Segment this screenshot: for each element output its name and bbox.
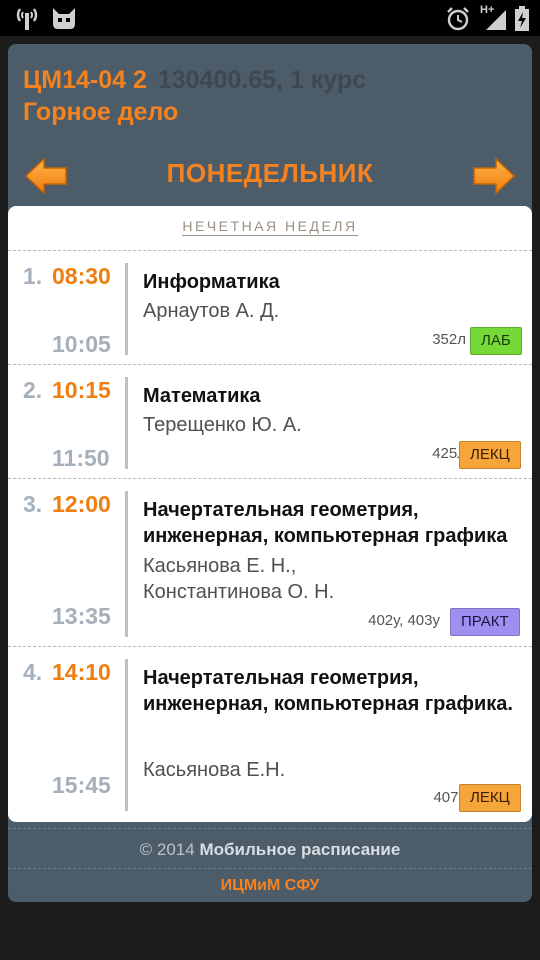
footer-divider: [8, 828, 532, 829]
lesson-number: 4.: [23, 659, 43, 685]
lesson-number: 3.: [23, 491, 43, 517]
lesson-room: 352л: [432, 331, 466, 348]
group-meta: 130400.65, 1 курс: [157, 66, 367, 94]
time-divider-line: [125, 263, 128, 355]
status-bar: H+: [0, 0, 540, 36]
app-name: Мобильное расписание: [199, 840, 401, 859]
lesson-subject: Начертательная геометрия, инженерная, ко…: [143, 667, 513, 715]
lesson-subject: Начертательная геометрия, инженерная, ко…: [143, 499, 508, 547]
time-divider-line: [125, 659, 128, 811]
specialty-title: Горное дело: [23, 98, 179, 126]
group-header: ЦМ14-04 2 130400.65, 1 курс: [23, 66, 523, 95]
time-divider-line: [125, 377, 128, 469]
lesson-end-time: 15:45: [52, 772, 111, 798]
lesson-end-time: 10:05: [52, 331, 111, 357]
signal-wifi-icon: [16, 8, 38, 30]
lesson-type-badge: ПРАКТ: [450, 608, 520, 636]
lesson-start-time: 12:00: [52, 491, 111, 517]
cellular-signal-icon: [486, 10, 506, 30]
lesson-item[interactable]: 1. 08:30 10:05 Информатика Арнаутов А. Д…: [8, 251, 532, 364]
day-title: ПОНЕДЕЛЬНИК: [166, 158, 374, 188]
lesson-teacher: Касьянова Е. Н., Константинова О. Н.: [143, 555, 335, 603]
lesson-teacher: Терещенко Ю. А.: [143, 414, 302, 436]
lesson-start-time: 10:15: [52, 377, 111, 403]
lesson-item[interactable]: 2. 10:15 11:50 Математика Терещенко Ю. А…: [8, 365, 532, 478]
alarm-clock-icon: [447, 7, 469, 31]
copyright-line: © 2014 Мобильное расписание: [8, 840, 532, 860]
week-parity-label: НЕЧЕТНАЯ НЕДЕЛЯ: [8, 218, 532, 236]
lesson-teacher: Арнаутов А. Д.: [143, 300, 280, 322]
lesson-number: 2.: [23, 377, 43, 403]
lesson-start-time: 08:30: [52, 263, 111, 289]
lesson-room: 402у, 403у: [368, 612, 440, 629]
lesson-teacher: Касьянова Е.Н.: [143, 759, 286, 781]
lesson-item[interactable]: 4. 14:10 15:45 Начертательная геометрия,…: [8, 647, 532, 813]
group-code: ЦМ14-04 2: [23, 66, 147, 94]
lesson-number: 1.: [23, 263, 43, 289]
lesson-subject: Информатика: [143, 271, 280, 293]
lesson-type-badge: ЛЕКЦ: [459, 441, 521, 469]
lesson-type-badge: ЛАБ: [470, 327, 522, 355]
copyright-prefix: © 2014: [139, 840, 195, 859]
schedule-card: НЕЧЕТНАЯ НЕДЕЛЯ 1. 08:30 10:05 Информати…: [8, 206, 532, 822]
day-navigation: ПОНЕДЕЛЬНИК: [8, 148, 532, 202]
lesson-end-time: 11:50: [52, 445, 110, 471]
lesson-subject: Математика: [143, 385, 261, 407]
lesson-end-time: 13:35: [52, 603, 111, 629]
organization-link[interactable]: ИЦМиМ СФУ: [8, 877, 532, 895]
next-day-arrow-icon[interactable]: [472, 156, 516, 196]
lesson-type-badge: ЛЕКЦ: [459, 784, 521, 812]
lesson-item[interactable]: 3. 12:00 13:35 Начертательная геометрия,…: [8, 479, 532, 645]
robot-face-icon: [53, 8, 75, 29]
footer-divider: [8, 868, 532, 869]
lesson-start-time: 14:10: [52, 659, 111, 685]
time-divider-line: [125, 491, 128, 637]
battery-charging-icon: [515, 6, 529, 31]
schedule-panel: ЦМ14-04 2 130400.65, 1 курс Горное дело …: [8, 44, 532, 902]
week-parity-text: НЕЧЕТНАЯ НЕДЕЛЯ: [182, 218, 358, 236]
